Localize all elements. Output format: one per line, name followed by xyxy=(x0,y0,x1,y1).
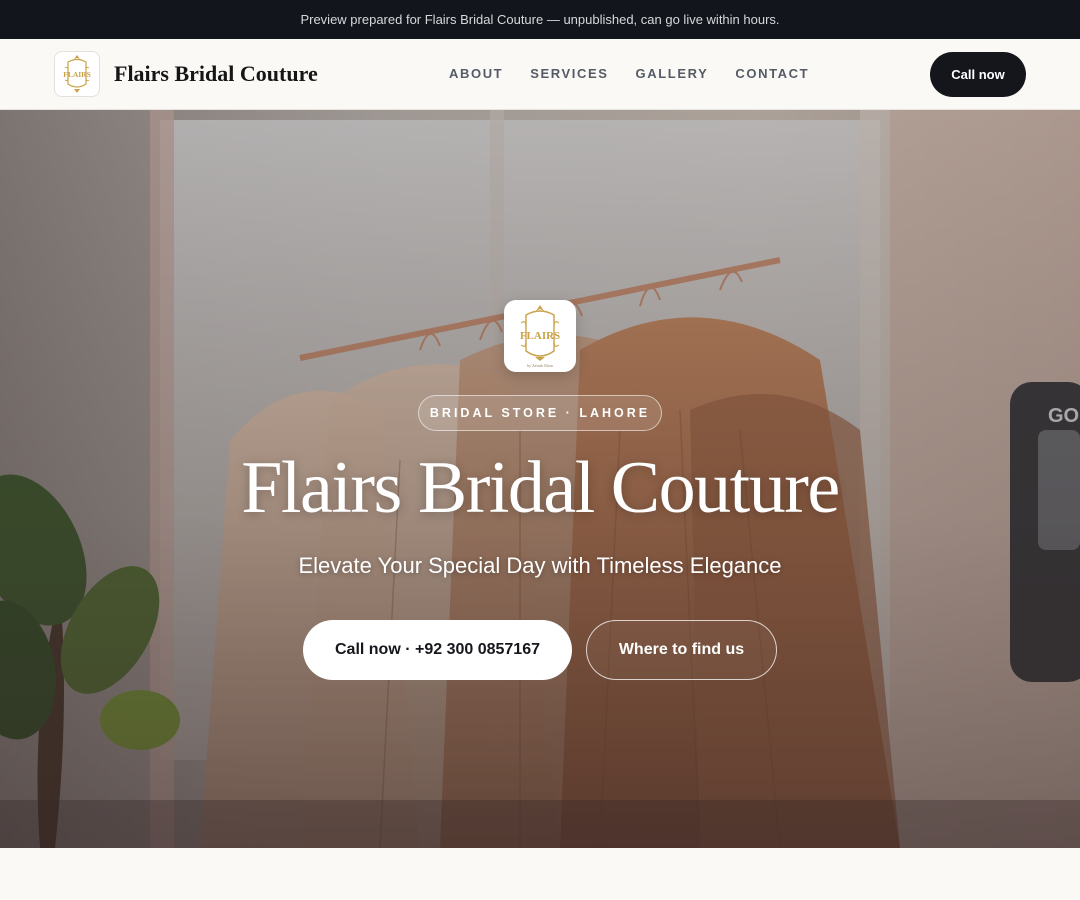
brand-name[interactable]: Flairs Bridal Couture xyxy=(114,61,318,87)
hero-logo-text: FLAIRS xyxy=(520,330,560,342)
nav-about[interactable]: ABOUT xyxy=(449,66,503,81)
flairs-crest-icon: FLAIRS by Zainab Khan xyxy=(520,305,560,368)
hero-logo-subtext: by Zainab Khan xyxy=(527,363,553,368)
hero-subtitle: Elevate Your Special Day with Timeless E… xyxy=(298,553,782,578)
location-badge: BRIDAL STORE · LAHORE xyxy=(418,395,662,431)
brand[interactable]: FLAIRS Flairs Bridal Couture xyxy=(54,51,318,97)
svg-text:FLAIRS: FLAIRS xyxy=(63,70,91,79)
nav-services[interactable]: SERVICES xyxy=(530,66,608,81)
find-us-button[interactable]: Where to find us xyxy=(586,620,777,680)
hero-content: FLAIRS by Zainab Khan BRIDAL STORE · LAH… xyxy=(0,110,1080,848)
nav-gallery[interactable]: GALLERY xyxy=(636,66,709,81)
hero-logo-icon: FLAIRS by Zainab Khan xyxy=(504,300,576,372)
flairs-crest-icon: FLAIRS xyxy=(63,55,91,93)
hero-title: Flairs Bridal Couture xyxy=(241,447,840,529)
brand-logo-icon[interactable]: FLAIRS xyxy=(54,51,100,97)
preview-banner: Preview prepared for Flairs Bridal Coutu… xyxy=(0,0,1080,39)
call-now-button[interactable]: Call now · +92 300 0857167 xyxy=(303,620,572,680)
hero-section: GO FLAIRS by Zainab Khan BRIDAL STORE · … xyxy=(0,110,1080,848)
site-header: FLAIRS Flairs Bridal Couture ABOUT SERVI… xyxy=(0,39,1080,110)
nav-contact[interactable]: CONTACT xyxy=(735,66,809,81)
main-nav: ABOUT SERVICES GALLERY CONTACT xyxy=(449,66,809,81)
preview-banner-text: Preview prepared for Flairs Bridal Coutu… xyxy=(300,12,780,27)
header-call-button[interactable]: Call now xyxy=(930,52,1026,97)
